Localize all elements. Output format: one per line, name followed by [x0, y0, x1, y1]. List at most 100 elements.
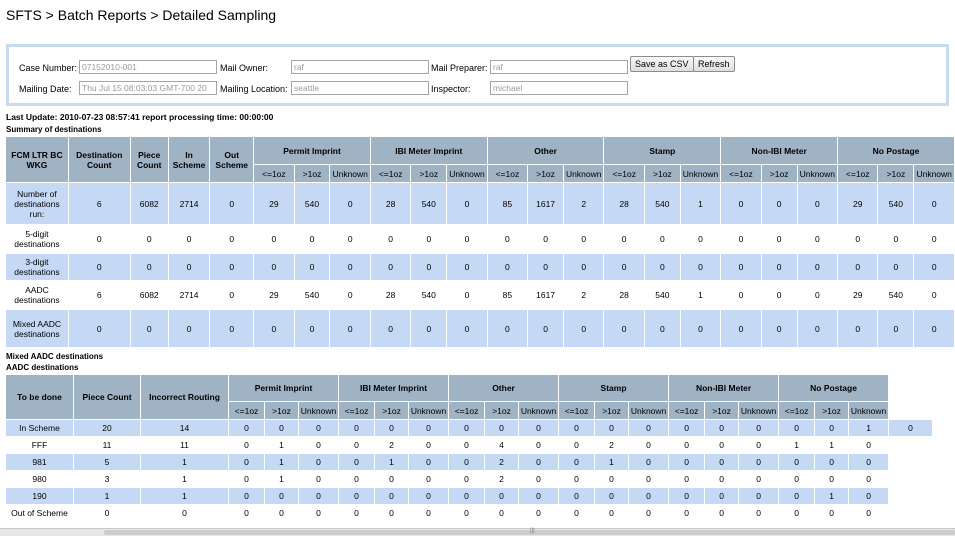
- table-cell: 0: [67, 224, 131, 254]
- table-cell: 0: [408, 470, 450, 488]
- mailing-date-label: Mailing Date:: [19, 84, 72, 94]
- save-csv-button[interactable]: Save as CSV: [630, 56, 694, 72]
- table-cell: 11: [73, 436, 141, 454]
- last-update-status: Last Update: 2010-07-23 08:57:41 report …: [6, 112, 274, 122]
- table-cell: 11: [140, 436, 229, 454]
- sub-header: <=1oz: [369, 164, 412, 183]
- table-cell: 0: [668, 419, 706, 437]
- aadc-table: To be done Piece Count Incorrect Routing Pe…: [5, 374, 933, 522]
- table-cell: 0: [448, 487, 486, 505]
- table-cell: 29: [253, 280, 295, 310]
- table-cell: 0: [228, 436, 265, 454]
- table-cell: 0: [778, 453, 816, 471]
- table-cell: 1617: [527, 182, 565, 225]
- table-cell: 0: [527, 224, 565, 254]
- table-cell: 0: [293, 309, 331, 348]
- table-cell: 0: [679, 224, 722, 254]
- column-header: Incorrect Routing: [140, 374, 229, 420]
- table-cell: 0: [796, 253, 839, 281]
- table-cell: 0: [760, 309, 798, 348]
- table-cell: 0: [486, 224, 529, 254]
- table-cell: 0: [778, 419, 816, 437]
- mailing-date-input[interactable]: [79, 81, 217, 95]
- group-header: No Postage: [778, 374, 890, 402]
- sub-header: <=1oz: [778, 401, 816, 420]
- table-cell: 0: [814, 470, 850, 488]
- table-cell: 0: [628, 419, 670, 437]
- table-cell: 0: [558, 436, 596, 454]
- table-cell: 0: [558, 470, 596, 488]
- table-cell: 28: [369, 182, 412, 225]
- table-cell: 0: [778, 487, 816, 505]
- column-header: FCM LTR BC WKG: [5, 136, 69, 183]
- table-cell: 0: [913, 182, 955, 225]
- table-cell: 0: [848, 436, 890, 454]
- mail-preparer-input[interactable]: [490, 60, 628, 74]
- table-cell: 0: [704, 453, 740, 471]
- mailing-location-input[interactable]: [291, 81, 429, 95]
- mail-preparer-label: Mail Preparer:: [431, 63, 488, 73]
- table-cell: 1: [264, 470, 299, 488]
- table-cell: 1: [848, 419, 890, 437]
- table-cell: 6: [67, 280, 131, 310]
- group-header: Stamp: [558, 374, 670, 402]
- table-cell: 0: [668, 436, 706, 454]
- inspector-input[interactable]: [490, 81, 628, 95]
- table-cell: 1: [679, 182, 722, 225]
- table-cell: 0: [264, 419, 299, 437]
- table-cell: 0: [518, 487, 560, 505]
- table-cell: 28: [369, 280, 412, 310]
- table-cell: 0: [738, 487, 780, 505]
- table-cell: 0: [228, 487, 265, 505]
- table-cell: 0: [704, 419, 740, 437]
- table-cell: 0: [448, 419, 486, 437]
- table-cell: 0: [594, 504, 630, 522]
- sub-header: >1oz: [293, 164, 331, 183]
- table-cell: 0: [888, 419, 933, 437]
- table-cell: 0: [628, 436, 670, 454]
- table-cell: 0: [738, 504, 780, 522]
- table-cell: 540: [293, 182, 331, 225]
- table-row: Out of Scheme 0 0 0 0 0 0 0 0 0 0 0 0 0 0 0 0 0 0 0 0: [5, 504, 933, 522]
- table-cell: 0: [628, 504, 670, 522]
- table-cell: 0: [338, 436, 376, 454]
- scroll-grip-icon: |||: [530, 528, 535, 534]
- table-cell: 0: [837, 253, 879, 281]
- table-cell: 0: [628, 470, 670, 488]
- table-cell: 0: [264, 487, 299, 505]
- table-cell: 0: [167, 253, 211, 281]
- table-cell: 0: [129, 253, 169, 281]
- table-cell: 0: [518, 436, 560, 454]
- group-header: Non-IBI Meter: [668, 374, 780, 402]
- table-cell: 0: [297, 487, 340, 505]
- table-cell: 540: [643, 280, 681, 310]
- table-cell: 0: [129, 224, 169, 254]
- table-cell: 0: [563, 253, 605, 281]
- table-row: In Scheme 20 14 0 0 0 0 0 0 0 0 0 0 0 0 0 0 0 0 0 1 0: [5, 419, 933, 437]
- table-cell: 1: [778, 436, 816, 454]
- sub-header: >1oz: [704, 401, 740, 420]
- table-cell: 0: [848, 487, 890, 505]
- table-cell: 0: [720, 224, 762, 254]
- table-cell: 0: [228, 419, 265, 437]
- table-cell: 2714: [167, 182, 211, 225]
- table-cell: 0: [704, 504, 740, 522]
- case-number-input[interactable]: [79, 60, 217, 74]
- mail-owner-input[interactable]: [291, 60, 429, 74]
- table-cell: 0: [778, 470, 816, 488]
- table-cell: 1: [264, 436, 299, 454]
- table-cell: 540: [877, 280, 915, 310]
- table-cell: 0: [760, 253, 798, 281]
- group-header: Permit Imprint: [253, 136, 371, 165]
- table-cell: 0: [527, 309, 565, 348]
- table-cell: 0: [527, 253, 565, 281]
- table-cell: 0: [704, 487, 740, 505]
- table-cell: 0: [913, 224, 955, 254]
- table-cell: 3: [73, 470, 141, 488]
- table-cell: 0: [796, 280, 839, 310]
- refresh-button[interactable]: Refresh: [693, 56, 735, 72]
- table-cell: 540: [410, 182, 448, 225]
- table-cell: 0: [738, 436, 780, 454]
- summary-title: Summary of destinations: [6, 125, 102, 134]
- row-label: FFF: [5, 436, 74, 454]
